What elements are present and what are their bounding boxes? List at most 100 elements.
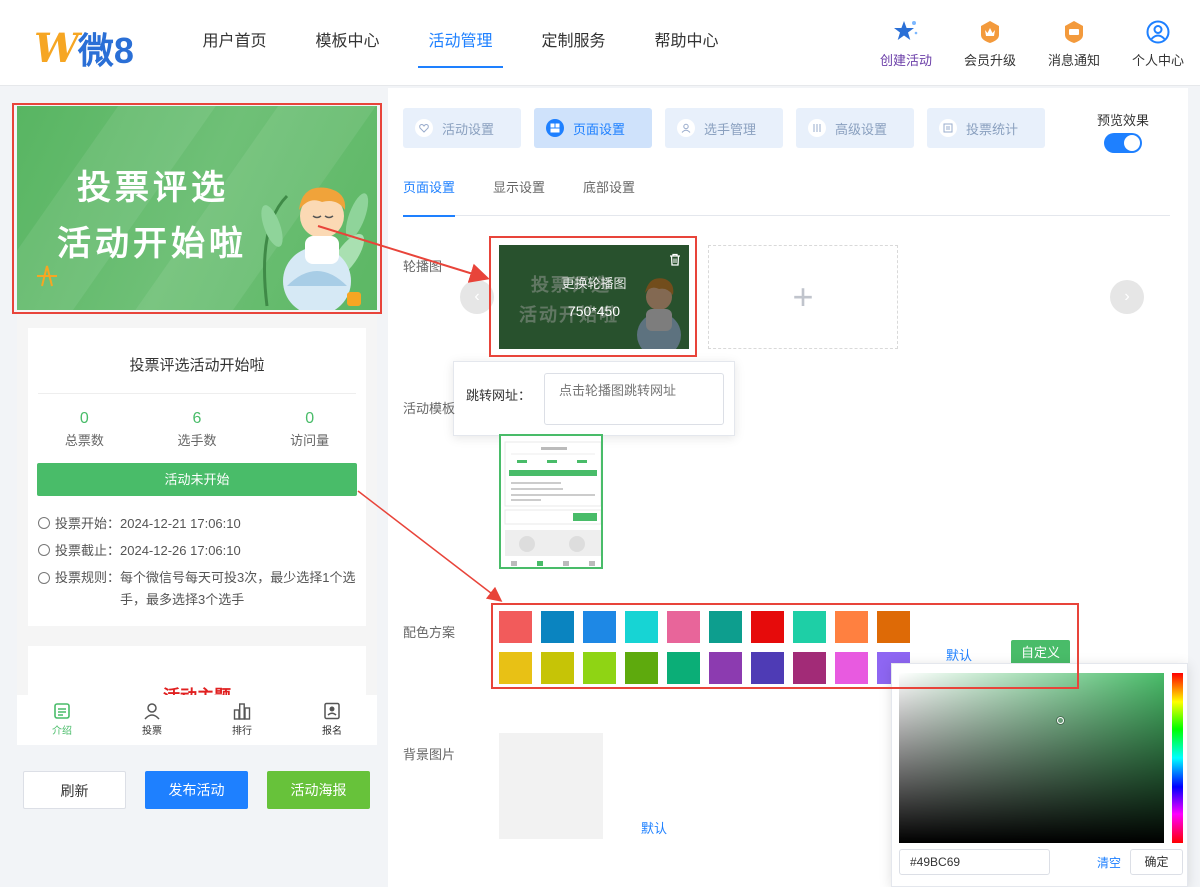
- step-vote-statistics[interactable]: 投票统计: [927, 108, 1045, 148]
- color-swatch[interactable]: [793, 652, 826, 684]
- stat-label: 选手数: [177, 433, 217, 448]
- preview-effect-switch[interactable]: [1104, 133, 1142, 153]
- color-swatch[interactable]: [751, 611, 784, 643]
- step-contestant-management[interactable]: 选手管理: [665, 108, 783, 148]
- background-image-label: 背景图片: [403, 747, 456, 762]
- background-default-link[interactable]: 默认: [641, 818, 667, 837]
- activity-title: 投票评选活动开始啦: [38, 354, 356, 394]
- nav-help-center[interactable]: 帮助中心: [630, 0, 743, 86]
- main-nav: 用户首页 模板中心 活动管理 定制服务 帮助中心: [178, 0, 743, 86]
- color-swatch[interactable]: [835, 611, 868, 643]
- color-swatch[interactable]: [709, 611, 742, 643]
- nav-template-center[interactable]: 模板中心: [291, 0, 404, 86]
- nav-activity-management[interactable]: 活动管理: [404, 0, 517, 86]
- color-swatch[interactable]: [667, 611, 700, 643]
- color-swatch[interactable]: [499, 611, 532, 643]
- tab-vote-label: 投票: [142, 726, 162, 737]
- tab-rank[interactable]: 排行: [197, 695, 287, 745]
- rank-bars-icon: [197, 700, 287, 722]
- step-advanced-settings[interactable]: 高级设置: [796, 108, 914, 148]
- preview-actions: 刷新 发布活动 活动海报: [23, 771, 370, 809]
- palette-custom-button[interactable]: 自定义: [1011, 640, 1070, 665]
- vote-rule-text: 每个微信号每天可投3次，最少选择1个选 手，最多选择3个选手: [120, 567, 355, 611]
- preview-effect-toggle[interactable]: 预览效果: [1097, 110, 1149, 153]
- preview-effect-label: 预览效果: [1097, 113, 1150, 128]
- step-label: 活动设置: [442, 121, 495, 137]
- jump-url-popover: 跳转网址：: [453, 361, 735, 436]
- subtab-display-settings[interactable]: 显示设置: [493, 176, 545, 216]
- color-swatch[interactable]: [793, 611, 826, 643]
- subtab-page-settings[interactable]: 页面设置: [403, 176, 456, 217]
- stat-value: 0: [79, 410, 89, 427]
- saturation-value-panel[interactable]: [899, 673, 1164, 843]
- logo-mark: W: [34, 24, 79, 72]
- member-upgrade-button[interactable]: 会员升级: [948, 20, 1032, 69]
- subtab-footer-settings[interactable]: 底部设置: [583, 176, 635, 216]
- color-swatch[interactable]: [541, 611, 574, 643]
- step-label: 高级设置: [835, 121, 888, 137]
- carousel-image-thumb[interactable]: 投票评选 活动开始啦 更换轮播图 750*450: [499, 245, 689, 349]
- tab-vote[interactable]: 投票: [107, 695, 197, 745]
- stat-contestants: 6 选手数: [147, 410, 247, 449]
- logo[interactable]: W 微8: [34, 22, 134, 74]
- vote-start-value: 2024-12-21 17:06:10: [120, 516, 241, 531]
- clock-icon: [38, 517, 50, 529]
- carousel-size-text: 750*450: [567, 303, 621, 319]
- step-activity-settings[interactable]: 活动设置: [403, 108, 521, 148]
- nav-user-home[interactable]: 用户首页: [178, 0, 291, 86]
- color-swatch[interactable]: [499, 652, 532, 684]
- color-swatch[interactable]: [625, 652, 658, 684]
- palette-default-link[interactable]: 默认: [946, 645, 972, 664]
- hue-slider[interactable]: [1172, 673, 1183, 843]
- color-swatch[interactable]: [751, 652, 784, 684]
- editor-subtabs: 页面设置 显示设置 底部设置: [403, 176, 1170, 217]
- heart-shield-icon: [415, 119, 433, 137]
- color-swatch[interactable]: [709, 652, 742, 684]
- jump-url-input[interactable]: [544, 373, 724, 425]
- personal-center-button[interactable]: 个人中心: [1116, 20, 1200, 69]
- confirm-color-button[interactable]: 确定: [1130, 849, 1183, 875]
- tab-signup[interactable]: 报名: [287, 695, 377, 745]
- step-label: 页面设置: [573, 121, 626, 137]
- background-image-upload[interactable]: [499, 733, 603, 839]
- layout-grid-icon: [546, 119, 564, 137]
- user-icon: [677, 119, 695, 137]
- color-swatch[interactable]: [667, 652, 700, 684]
- plus-icon: +: [792, 276, 814, 317]
- carousel-prev-button[interactable]: ‹: [460, 280, 494, 314]
- palette-label: 配色方案: [403, 625, 456, 640]
- color-swatch[interactable]: [583, 611, 616, 643]
- message-notice-label: 消息通知: [1047, 53, 1100, 68]
- color-swatch[interactable]: [541, 652, 574, 684]
- carousel-next-button[interactable]: ›: [1110, 280, 1144, 314]
- refresh-button[interactable]: 刷新: [23, 771, 126, 809]
- color-swatch[interactable]: [625, 611, 658, 643]
- nav-custom-service[interactable]: 定制服务: [517, 0, 630, 86]
- activity-poster-button[interactable]: 活动海报: [267, 771, 370, 809]
- stat-value: 0: [305, 410, 315, 427]
- color-cursor[interactable]: [1057, 717, 1064, 724]
- tab-intro[interactable]: 介绍: [17, 695, 107, 745]
- activity-template-thumb[interactable]: [499, 434, 603, 569]
- stat-label: 访问量: [290, 433, 330, 448]
- editor-steps: 活动设置 页面设置 选手管理 高级设置 投票统计: [403, 108, 1045, 148]
- color-swatch[interactable]: [583, 652, 616, 684]
- step-page-settings[interactable]: 页面设置: [534, 108, 652, 148]
- tab-signup-label: 报名: [322, 726, 342, 737]
- trash-icon[interactable]: [669, 253, 681, 269]
- signup-card-icon: [287, 700, 377, 722]
- publish-activity-button[interactable]: 发布活动: [145, 771, 248, 809]
- vote-start-label: 投票开始：: [55, 516, 121, 531]
- activity-info-card: 投票评选活动开始啦 0 总票数 6 选手数 0 访问量 活动未开始 投票开始： …: [28, 328, 366, 626]
- vote-rule-row: 投票规则： 每个微信号每天可投3次，最少选择1个选 手，最多选择3个选手: [38, 567, 356, 611]
- change-carousel-text[interactable]: 更换轮播图: [499, 273, 689, 292]
- create-activity-button[interactable]: 创建活动: [864, 20, 948, 69]
- color-swatch[interactable]: [835, 652, 868, 684]
- clear-color-button[interactable]: 清空: [1097, 854, 1121, 871]
- message-notice-button[interactable]: 消息通知: [1032, 20, 1116, 69]
- add-carousel-button[interactable]: +: [708, 245, 898, 349]
- stat-visits: 0 访问量: [260, 410, 360, 449]
- color-swatch[interactable]: [877, 611, 910, 643]
- activity-status-button[interactable]: 活动未开始: [37, 463, 357, 496]
- hex-color-input[interactable]: #49BC69: [899, 849, 1050, 875]
